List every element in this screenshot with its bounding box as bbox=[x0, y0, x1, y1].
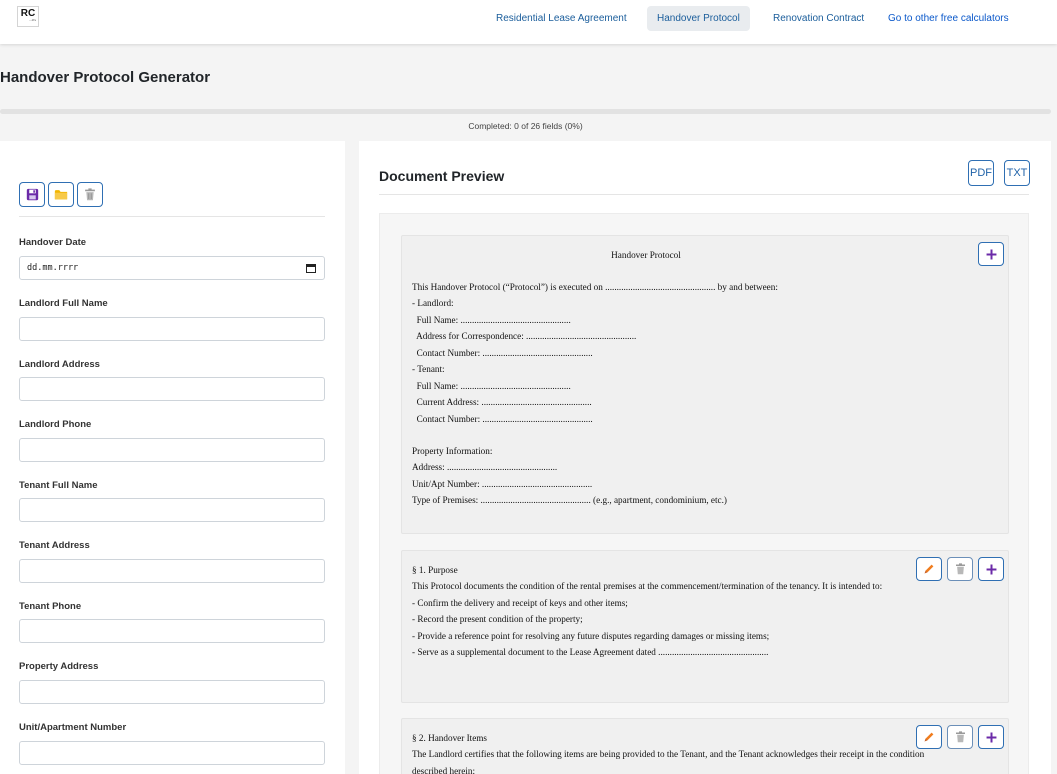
property-address-label: Property Address bbox=[19, 661, 99, 672]
section-purpose: § 1. Purpose This Protocol documents the… bbox=[401, 550, 1009, 703]
clear-button[interactable] bbox=[77, 182, 103, 207]
intro-line: Full Name: .............................… bbox=[412, 381, 571, 391]
form-toolbar bbox=[19, 182, 103, 207]
delete-section-button[interactable] bbox=[947, 725, 973, 749]
section-heading: § 1. Purpose bbox=[412, 565, 458, 575]
document-heading: Handover Protocol bbox=[611, 250, 681, 260]
nav-residential-lease[interactable]: Residential Lease Agreement bbox=[486, 6, 637, 31]
intro-line: Property Information: bbox=[412, 446, 493, 456]
logo-subtext: ...it's bbox=[29, 18, 36, 22]
section-line: The Landlord certifies that the followin… bbox=[412, 749, 925, 759]
export-txt-button[interactable]: TXT bbox=[1004, 160, 1030, 186]
tenant-phone-input[interactable] bbox=[19, 619, 325, 643]
save-button[interactable] bbox=[19, 182, 45, 207]
page-title: Handover Protocol Generator bbox=[0, 69, 211, 86]
intro-line: Address: ...............................… bbox=[412, 462, 558, 472]
nav-renovation-contract[interactable]: Renovation Contract bbox=[763, 6, 874, 31]
intro-line: Contact Number: ........................… bbox=[412, 414, 593, 424]
preview-title: Document Preview bbox=[379, 168, 505, 184]
edit-section-button[interactable] bbox=[916, 725, 942, 749]
pencil-icon bbox=[924, 732, 934, 742]
section-line: - Provide a reference point for resolvin… bbox=[412, 631, 770, 641]
property-address-input[interactable] bbox=[19, 680, 325, 704]
landlord-address-label: Landlord Address bbox=[19, 359, 100, 370]
unit-number-label: Unit/Apartment Number bbox=[19, 722, 127, 733]
tenant-name-label: Tenant Full Name bbox=[19, 480, 98, 491]
section-line: described herein: bbox=[412, 766, 476, 774]
section-line: This Protocol documents the condition of… bbox=[412, 581, 883, 591]
intro-line: Current Address: .......................… bbox=[412, 397, 592, 407]
tenant-name-input[interactable] bbox=[19, 498, 325, 522]
preview-divider bbox=[379, 194, 1029, 195]
calendar-icon[interactable] bbox=[306, 263, 316, 273]
folder-icon bbox=[54, 190, 68, 200]
trash-icon bbox=[955, 563, 965, 575]
intro-line: Contact Number: ........................… bbox=[412, 348, 593, 358]
handover-date-value: dd.mm.rrrr bbox=[27, 263, 79, 273]
handover-date-label: Handover Date bbox=[19, 237, 87, 248]
intro-line: - Tenant: bbox=[412, 364, 445, 374]
intro-line: Unit/Apt Number: .......................… bbox=[412, 479, 593, 489]
open-button[interactable] bbox=[48, 182, 74, 207]
delete-section-button[interactable] bbox=[947, 557, 973, 581]
section-heading: § 2. Handover Items bbox=[412, 733, 488, 743]
intro-line: Full Name: .............................… bbox=[412, 315, 571, 325]
top-navbar: RC ...it's Residential Lease Agreement H… bbox=[0, 0, 1057, 44]
landlord-name-label: Landlord Full Name bbox=[19, 298, 108, 309]
preview-panel: Document Preview PDF TXT Handover Protoc… bbox=[359, 141, 1051, 774]
trash-icon bbox=[85, 188, 95, 201]
pencil-icon bbox=[924, 564, 934, 574]
site-logo[interactable]: RC ...it's bbox=[17, 6, 39, 27]
progress-text: Completed: 0 of 26 fields (0%) bbox=[468, 121, 583, 131]
form-panel: Handover Date dd.mm.rrrr Landlord Full N… bbox=[0, 141, 345, 774]
nav-other-calculators[interactable]: Go to other free calculators bbox=[878, 6, 1019, 31]
tenant-phone-label: Tenant Phone bbox=[19, 601, 82, 612]
handover-date-input[interactable]: dd.mm.rrrr bbox=[19, 256, 325, 280]
intro-line: This Handover Protocol (“Protocol”) is e… bbox=[412, 282, 778, 292]
add-section-button[interactable] bbox=[978, 557, 1004, 581]
tenant-address-input[interactable] bbox=[19, 559, 325, 583]
intro-line: Address for Correspondence: ............… bbox=[412, 331, 637, 341]
add-section-button[interactable] bbox=[978, 242, 1004, 266]
plus-icon bbox=[986, 249, 996, 259]
export-pdf-button[interactable]: PDF bbox=[968, 160, 994, 186]
tenant-address-label: Tenant Address bbox=[19, 540, 90, 551]
section-line: - Serve as a supplemental document to th… bbox=[412, 647, 769, 657]
landlord-phone-input[interactable] bbox=[19, 438, 325, 462]
intro-line: - Landlord: bbox=[412, 298, 454, 308]
plus-icon bbox=[986, 564, 996, 574]
document-preview-area: Handover Protocol This Handover Protocol… bbox=[379, 213, 1029, 774]
landlord-address-input[interactable] bbox=[19, 377, 325, 401]
edit-section-button[interactable] bbox=[916, 557, 942, 581]
landlord-phone-label: Landlord Phone bbox=[19, 419, 92, 430]
save-icon bbox=[26, 188, 38, 201]
intro-section: Handover Protocol This Handover Protocol… bbox=[401, 235, 1009, 534]
completion-progress-bar bbox=[0, 109, 1051, 114]
section-handover-items: § 2. Handover Items The Landlord certifi… bbox=[401, 718, 1009, 774]
plus-icon bbox=[986, 732, 996, 742]
section-line: - Record the present condition of the pr… bbox=[412, 614, 583, 624]
trash-icon bbox=[955, 731, 965, 743]
unit-number-input[interactable] bbox=[19, 741, 325, 765]
intro-line: Type of Premises: ......................… bbox=[412, 495, 727, 505]
add-section-button[interactable] bbox=[978, 725, 1004, 749]
toolbar-divider bbox=[19, 216, 325, 217]
section-line: - Confirm the delivery and receipt of ke… bbox=[412, 598, 628, 608]
nav-handover-protocol[interactable]: Handover Protocol bbox=[647, 6, 750, 31]
landlord-name-input[interactable] bbox=[19, 317, 325, 341]
